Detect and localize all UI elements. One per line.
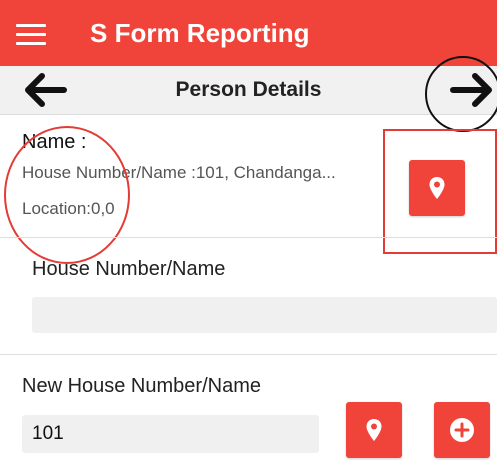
new-house-number-label: New House Number/Name	[22, 375, 261, 397]
page-title: Person Details	[175, 78, 322, 101]
location-button[interactable]	[409, 160, 465, 216]
plus-circle-icon	[450, 418, 474, 442]
annotation-circle-red	[4, 126, 130, 264]
app-bar: S Form Reporting	[0, 0, 497, 66]
location-button[interactable]	[346, 402, 402, 458]
house-number-input[interactable]	[32, 297, 497, 333]
new-house-number-input[interactable]	[22, 415, 319, 453]
add-button[interactable]	[434, 402, 490, 458]
annotation-circle	[425, 56, 497, 132]
map-pin-icon	[429, 177, 445, 199]
app-title: S Form Reporting	[90, 18, 310, 48]
divider	[0, 237, 497, 238]
house-number-label: House Number/Name	[32, 258, 226, 280]
menu-icon[interactable]	[16, 24, 46, 46]
map-pin-icon	[366, 419, 382, 441]
navigation-bar: Person Details	[0, 66, 497, 115]
divider	[0, 354, 497, 355]
